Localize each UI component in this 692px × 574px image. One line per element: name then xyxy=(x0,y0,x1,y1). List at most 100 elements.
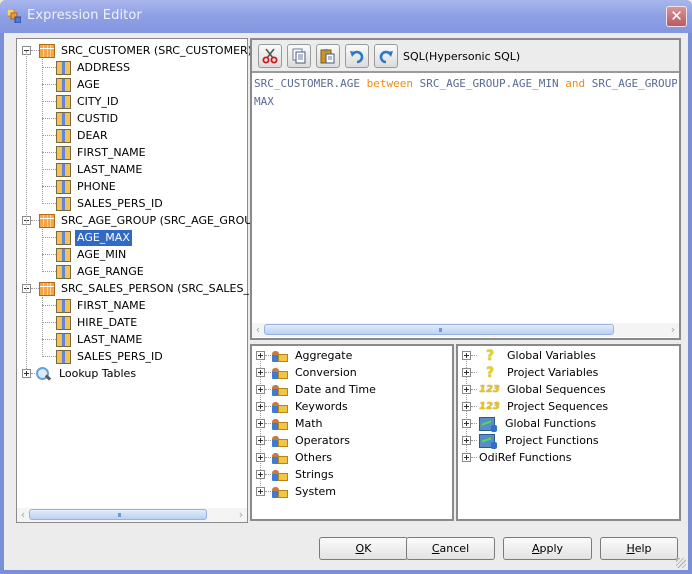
apply-label: pply xyxy=(539,542,564,555)
variable-category[interactable]: Project Functions xyxy=(462,432,601,449)
expand-toggle[interactable] xyxy=(256,470,265,479)
table-label: SRC_CUSTOMER (SRC_CUSTOMER) xyxy=(61,43,252,57)
column-icon xyxy=(56,162,71,177)
cancel-button[interactable]: Cancel xyxy=(406,537,495,560)
scroll-thumb[interactable] xyxy=(29,509,207,520)
column-label: LAST_NAME xyxy=(77,162,143,176)
expand-toggle[interactable] xyxy=(462,368,471,377)
expand-toggle[interactable] xyxy=(256,436,265,445)
variable-category[interactable]: 123 Project Sequences xyxy=(462,398,610,415)
tree-guide-line xyxy=(42,297,43,357)
function-category[interactable]: Date and Time xyxy=(256,381,378,398)
function-category[interactable]: Conversion xyxy=(256,364,359,381)
expand-toggle[interactable] xyxy=(462,385,471,394)
tree-node-column[interactable]: HIRE_DATE xyxy=(42,314,139,331)
undo-icon xyxy=(350,50,364,64)
tree-node-lookup-tables[interactable]: Lookup Tables xyxy=(22,365,138,382)
apply-button[interactable]: Apply xyxy=(503,537,592,560)
tree-node-column[interactable]: SALES_PERS_ID xyxy=(42,348,165,365)
scroll-thumb[interactable] xyxy=(264,324,614,335)
copy-button[interactable] xyxy=(287,44,311,68)
cancel-mnemonic: C xyxy=(431,542,440,555)
ok-button[interactable]: OK xyxy=(319,537,408,560)
tree-guide-line xyxy=(42,229,43,272)
paste-button[interactable] xyxy=(316,44,340,68)
variable-category-label: Global Variables xyxy=(507,348,596,362)
tree-node-column[interactable]: ADDRESS xyxy=(42,59,132,76)
expression-line-2: MAX xyxy=(254,95,274,108)
variable-category[interactable]: ? Global Variables xyxy=(462,347,598,364)
source-tree-hscrollbar[interactable]: ‹ › xyxy=(17,508,247,522)
function-category[interactable]: System xyxy=(256,483,338,500)
tree-node-column[interactable]: SALES_PERS_ID xyxy=(42,195,165,212)
tree-node-column[interactable]: CITY_ID xyxy=(42,93,121,110)
function-category[interactable]: Strings xyxy=(256,466,336,483)
expand-toggle[interactable] xyxy=(256,453,265,462)
tree-node-column[interactable]: FIRST_NAME xyxy=(42,144,148,161)
expand-toggle[interactable] xyxy=(462,453,471,462)
redo-button[interactable] xyxy=(374,44,398,68)
tree-node-column[interactable]: AGE_MIN xyxy=(42,246,128,263)
editor-hscrollbar[interactable]: ‹ › xyxy=(252,323,679,337)
function-category-label: Date and Time xyxy=(295,382,376,396)
variable-category[interactable]: ? Project Variables xyxy=(462,364,600,381)
copy-icon xyxy=(292,48,306,64)
functions-tree[interactable]: Aggregate Conversion Date and Time Keywords… xyxy=(250,344,454,521)
function-category[interactable]: Keywords xyxy=(256,398,350,415)
function-category[interactable]: Others xyxy=(256,449,334,466)
tree-node-column[interactable]: AGE_MAX xyxy=(42,229,132,246)
function-category[interactable]: Operators xyxy=(256,432,352,449)
expand-toggle[interactable] xyxy=(256,487,265,496)
tree-node-column[interactable]: LAST_NAME xyxy=(42,331,144,348)
function-category-icon xyxy=(271,434,289,448)
column-label: CUSTID xyxy=(77,111,119,125)
expand-toggle[interactable] xyxy=(462,436,471,445)
tree-node-column[interactable]: AGE_RANGE xyxy=(42,263,146,280)
undo-button[interactable] xyxy=(345,44,369,68)
sequence-icon: 123 xyxy=(479,384,500,395)
scroll-left-arrow[interactable]: ‹ xyxy=(252,323,264,337)
column-icon xyxy=(56,264,71,279)
tree-connector xyxy=(42,305,56,306)
column-icon xyxy=(56,179,71,194)
variable-category[interactable]: 123 Global Sequences xyxy=(462,381,608,398)
tree-connector xyxy=(471,372,477,373)
expand-toggle[interactable] xyxy=(256,385,265,394)
expand-toggle[interactable] xyxy=(462,419,471,428)
function-category[interactable]: Aggregate xyxy=(256,347,354,364)
tree-connector xyxy=(42,356,56,357)
expand-toggle[interactable] xyxy=(256,419,265,428)
variable-category[interactable]: OdiRef Functions xyxy=(462,449,574,466)
scroll-right-arrow[interactable]: › xyxy=(235,508,247,522)
scroll-right-arrow[interactable]: › xyxy=(667,323,679,337)
person-glyph xyxy=(491,441,497,449)
expand-toggle[interactable] xyxy=(462,402,471,411)
tree-node-column[interactable]: AGE xyxy=(42,76,102,93)
expand-toggle[interactable] xyxy=(256,368,265,377)
tree-node-column[interactable]: PHONE xyxy=(42,178,118,195)
title-bar[interactable]: Expression Editor ✕ xyxy=(0,0,692,33)
cut-button[interactable] xyxy=(258,44,282,68)
expand-toggle[interactable] xyxy=(256,402,265,411)
variable-category[interactable]: Global Functions xyxy=(462,415,598,432)
function-category[interactable]: Math xyxy=(256,415,325,432)
expand-toggle[interactable] xyxy=(462,351,471,360)
resize-grip[interactable] xyxy=(676,558,686,568)
column-icon xyxy=(56,230,71,245)
close-button[interactable]: ✕ xyxy=(666,6,687,27)
tree-node-table[interactable]: SRC_AGE_GROUP (SRC_AGE_GROUP) xyxy=(22,212,265,229)
expression-editor-window: Expression Editor ✕ SRC_CUSTOMER (SRC_CU… xyxy=(0,0,692,574)
source-tree-panel[interactable]: SRC_CUSTOMER (SRC_CUSTOMER) ADDRESS AGE CIT… xyxy=(16,38,298,523)
expand-toggle[interactable] xyxy=(256,351,265,360)
variables-tree[interactable]: ? Global Variables? Project Variables 123 Gl… xyxy=(456,344,681,521)
tree-node-column[interactable]: FIRST_NAME xyxy=(42,297,148,314)
expression-textarea[interactable]: SRC_CUSTOMER.AGE between SRC_AGE_GROUP.A… xyxy=(254,75,677,322)
tree-node-table[interactable]: SRC_CUSTOMER (SRC_CUSTOMER) xyxy=(22,42,254,59)
tree-node-column[interactable]: LAST_NAME xyxy=(42,161,144,178)
scroll-left-arrow[interactable]: ‹ xyxy=(17,508,29,522)
tree-connector xyxy=(42,169,56,170)
tree-node-column[interactable]: DEAR xyxy=(42,127,110,144)
expand-toggle[interactable] xyxy=(22,369,31,378)
tree-node-column[interactable]: CUSTID xyxy=(42,110,120,127)
help-button[interactable]: Help xyxy=(600,537,678,560)
